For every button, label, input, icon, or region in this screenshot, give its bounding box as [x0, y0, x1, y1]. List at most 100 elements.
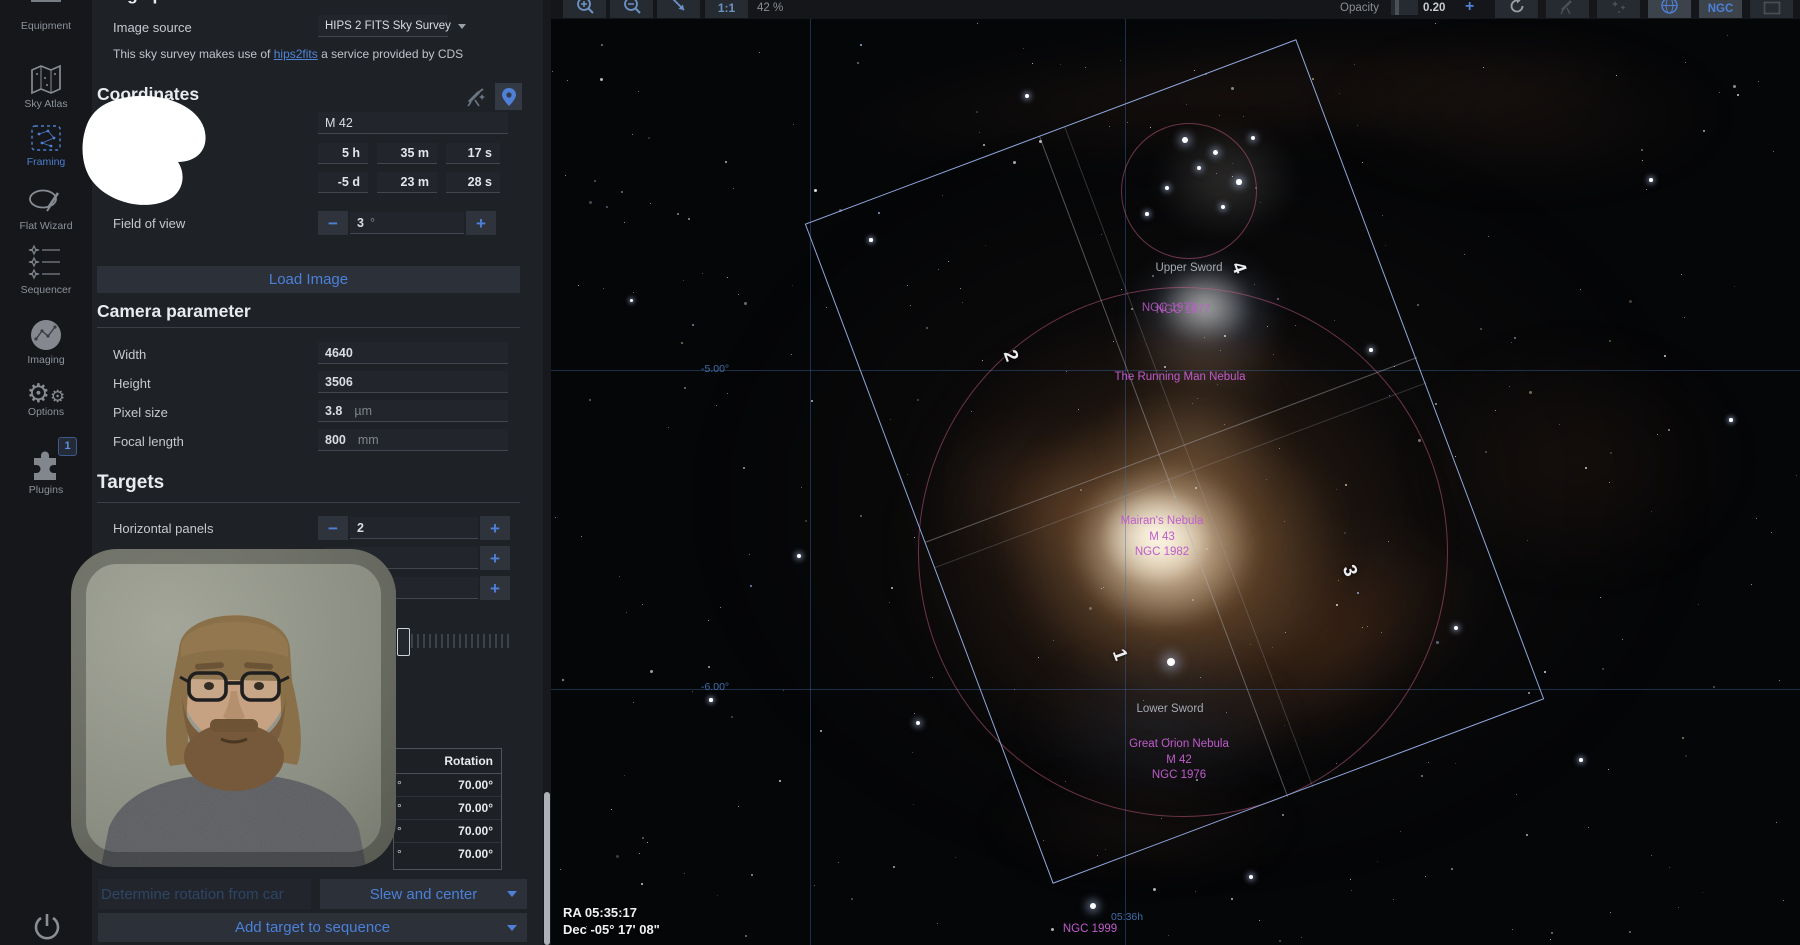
- sidebar-item-label: Imaging: [0, 354, 92, 366]
- sequencer-icon: [26, 242, 66, 284]
- field-of-view-label: Field of view: [113, 216, 185, 231]
- label-mairans-nebula: Mairan's Nebula: [1121, 515, 1204, 527]
- location-pin-icon: [501, 87, 517, 107]
- survey-note-suffix: a service provided by CDS: [321, 47, 463, 61]
- horizontal-panels-increment[interactable]: +: [480, 516, 510, 540]
- fov-increment-button[interactable]: +: [466, 211, 496, 235]
- telescope-icon: [465, 86, 487, 108]
- sky-atlas-icon: [28, 62, 64, 98]
- zoom-in-icon: [575, 0, 595, 15]
- rotate-view-button[interactable]: [1495, 0, 1538, 18]
- camera-width-input[interactable]: 4640: [318, 342, 508, 364]
- rotate-icon: [1508, 0, 1526, 15]
- plus-icon: +: [490, 550, 500, 567]
- imaging-icon: [27, 316, 65, 354]
- targets-header: Targets: [97, 472, 164, 494]
- overlap-slider-thumb[interactable]: [397, 628, 410, 656]
- minus-icon: −: [328, 215, 338, 232]
- fov-input[interactable]: 3 °: [350, 212, 464, 234]
- ra-seconds-input[interactable]: 17 s: [446, 143, 500, 164]
- table-row: °70.00°: [394, 842, 501, 865]
- add-target-to-sequence-button[interactable]: Add target to sequence: [98, 913, 527, 942]
- pan-arrow-icon: [669, 0, 689, 15]
- fov-decrement-button[interactable]: −: [318, 211, 348, 235]
- readout-ra: RA 05:35:17: [563, 904, 660, 921]
- focal-length-input[interactable]: 800mm: [318, 429, 508, 451]
- grid-overlay-button[interactable]: [1648, 0, 1691, 18]
- ngc-button-label: NGC: [1708, 3, 1734, 15]
- sidebar-item-label: Flat Wizard: [0, 220, 92, 232]
- label-m43: M 43: [1149, 531, 1175, 543]
- stars-icon: [1610, 0, 1628, 15]
- dec-seconds-input[interactable]: 28 s: [446, 172, 500, 193]
- slew-to-coordinates-button[interactable]: [462, 83, 489, 110]
- dec-degrees-input[interactable]: -5 d: [318, 172, 368, 193]
- vertical-panels-increment[interactable]: +: [480, 546, 510, 570]
- camera-row-label: Focal length: [113, 434, 184, 449]
- power-icon[interactable]: [32, 912, 62, 945]
- zoom-1-1-button[interactable]: 1:1: [705, 0, 748, 18]
- telescope-dim-icon: [1559, 0, 1577, 15]
- panel-scrollbar-thumb[interactable]: [544, 792, 550, 945]
- pan-button[interactable]: [657, 0, 700, 18]
- camera-row-label: Width: [113, 347, 146, 362]
- camera-parameter-header: Camera parameter: [97, 301, 251, 322]
- minus-icon: −: [328, 520, 338, 537]
- camera-row-label: Height: [113, 376, 151, 391]
- crosshair-plus-icon[interactable]: +: [1465, 0, 1474, 16]
- label-ngc1976: NGC 1976: [1152, 769, 1206, 781]
- image-parameter-header: Image parameter: [97, 0, 237, 5]
- sidebar-item-options[interactable]: ⚙⚙ Options: [0, 380, 92, 418]
- opacity-slider[interactable]: [1391, 0, 1418, 15]
- sidebar-item-plugins[interactable]: Plugins 1: [0, 446, 92, 496]
- sidebar-item-equipment[interactable]: Equipment: [0, 0, 92, 32]
- overlap-increment[interactable]: +: [480, 576, 510, 600]
- mosaic-panel-table: Rotation °70.00° °70.00° °70.00° °70.00°: [393, 748, 502, 870]
- opacity-label: Opacity: [1340, 2, 1379, 14]
- load-image-button[interactable]: Load Image: [97, 266, 520, 293]
- ra-hours-input[interactable]: 5 h: [318, 143, 368, 164]
- rotation-column-header: Rotation: [444, 754, 493, 768]
- zoom-out-button[interactable]: [610, 0, 653, 18]
- chevron-down-icon: [507, 925, 517, 931]
- sidebar-item-imaging[interactable]: Imaging: [0, 316, 92, 366]
- sidebar-item-sequencer[interactable]: Sequencer: [0, 242, 92, 296]
- sidebar-item-label: Equipment: [0, 20, 92, 32]
- label-upper-sword: Upper Sword: [1155, 262, 1222, 274]
- stars-overlay-button[interactable]: [1597, 0, 1640, 18]
- label-great-orion: Great Orion Nebula: [1129, 738, 1229, 750]
- grid-label: -6.00°: [701, 681, 729, 693]
- pixel-size-input[interactable]: 3.8µm: [318, 400, 508, 422]
- slew-and-center-button[interactable]: Slew and center: [320, 879, 527, 909]
- dec-minutes-input[interactable]: 23 m: [377, 172, 437, 193]
- hips2fits-link[interactable]: hips2fits: [274, 47, 318, 61]
- ra-minutes-input[interactable]: 35 m: [377, 143, 437, 164]
- sky-chart[interactable]: -5.00° -6.00° 05:36h 1 2 3 4 Upper Sword…: [551, 0, 1800, 945]
- use-current-location-button[interactable]: [495, 83, 522, 110]
- opacity-value: 0.20: [1423, 2, 1445, 14]
- target-name-input[interactable]: M 42: [318, 112, 508, 134]
- image-source-dropdown[interactable]: HIPS 2 FITS Sky Survey: [318, 15, 448, 37]
- camera-height-input[interactable]: 3506: [318, 371, 508, 393]
- horizontal-panels-decrement[interactable]: −: [318, 516, 348, 540]
- label-ngc1982: NGC 1982: [1135, 546, 1189, 558]
- slew-overlay-button[interactable]: [1546, 0, 1589, 18]
- sidebar-item-label: Sequencer: [0, 284, 92, 296]
- label-lower-sword: Lower Sword: [1136, 703, 1203, 715]
- zoom-in-button[interactable]: [563, 0, 606, 18]
- overlap-slider-track[interactable]: [399, 634, 511, 648]
- sidebar-item-label: Options: [0, 406, 92, 418]
- zoom-out-icon: [622, 0, 642, 15]
- horizontal-panels-input[interactable]: 2: [350, 517, 478, 539]
- target-name-value: M 42: [325, 116, 353, 130]
- table-row: °70.00°: [394, 796, 501, 819]
- ngc-overlay-button[interactable]: NGC: [1699, 0, 1742, 18]
- plus-icon: +: [490, 520, 500, 537]
- grid-label: -5.00°: [701, 363, 729, 375]
- boundary-rect-icon: [1763, 1, 1781, 15]
- determine-rotation-button[interactable]: Determine rotation from car: [98, 879, 311, 909]
- constellation-boundaries-button[interactable]: [1750, 0, 1793, 18]
- equipment-icon: [29, 0, 63, 20]
- framing-icon: [28, 122, 64, 156]
- chevron-down-icon: [458, 24, 466, 29]
